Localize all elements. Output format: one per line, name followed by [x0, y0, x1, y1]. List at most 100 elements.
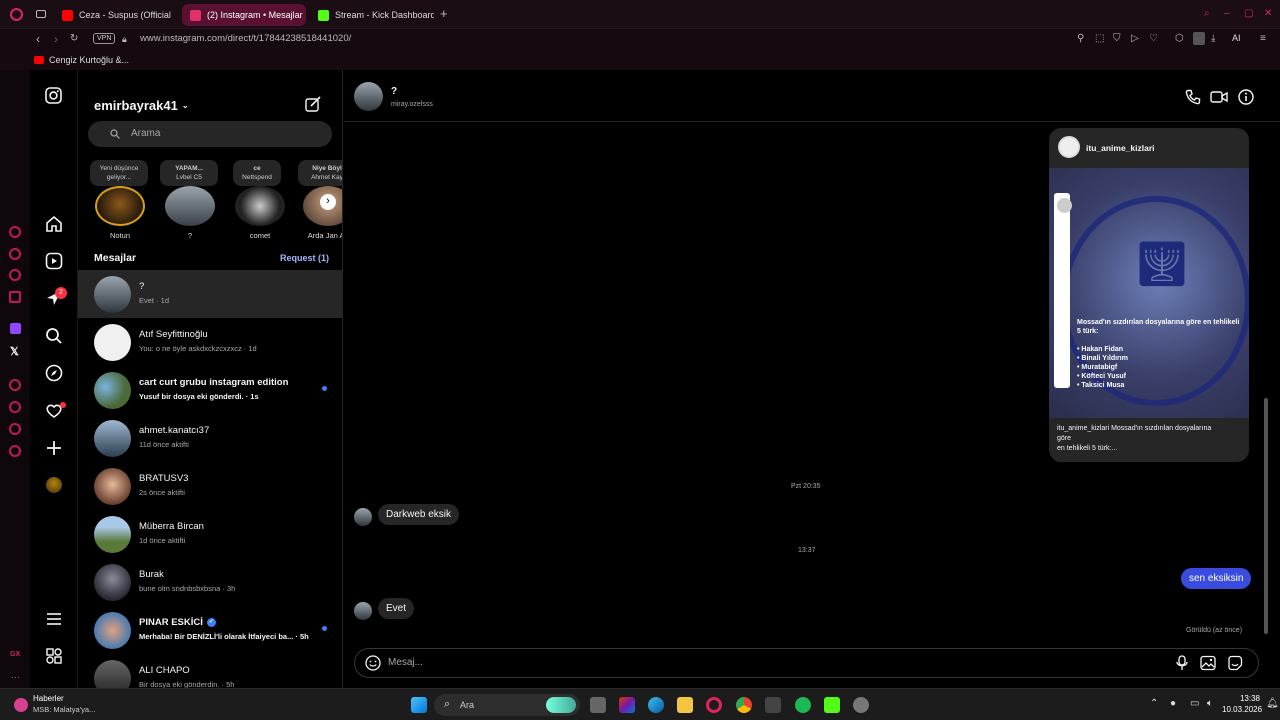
x-icon[interactable]: 𝕏: [10, 345, 19, 358]
conversation-item[interactable]: PINAR ESKİCİ ✓ Merhaba! Bir DENİZLİ'li o…: [78, 606, 342, 654]
video-call-icon[interactable]: [1210, 89, 1228, 105]
requests-link[interactable]: Request (1): [280, 253, 329, 263]
conversation-item[interactable]: Burak bune olm sndnbsbxbsna · 3h: [78, 558, 342, 606]
task-view-icon[interactable]: [590, 697, 606, 713]
username-switcher[interactable]: emirbayrak41 ⌄: [94, 98, 189, 113]
extensions-icon[interactable]: ⬡: [1175, 33, 1184, 45]
opera-gx-taskbar-icon[interactable]: [706, 697, 722, 713]
tray-clock[interactable]: 13:38 10.03.2026: [1222, 693, 1262, 715]
post-author[interactable]: itu_anime_kizlari: [1086, 143, 1155, 153]
profile-icon[interactable]: [1193, 32, 1205, 45]
profile-avatar[interactable]: [46, 477, 62, 493]
tab-youtube[interactable]: Ceza - Suspus (Official M: [54, 4, 174, 26]
voice-call-icon[interactable]: [1185, 89, 1201, 105]
windows-start-icon[interactable]: [411, 697, 427, 713]
conversation-item[interactable]: ALI CHAPO Bir dosya eki gönderdin. · 5h: [78, 654, 342, 688]
opera-logo-icon[interactable]: [10, 8, 23, 21]
close-window-icon[interactable]: ✕: [1264, 8, 1272, 20]
workspaces-icon[interactable]: [36, 10, 46, 18]
forward-icon[interactable]: ›: [54, 33, 58, 45]
player-icon[interactable]: ▷: [1131, 33, 1139, 45]
new-tab-icon[interactable]: +: [440, 7, 448, 20]
tray-display-icon[interactable]: ▭: [1190, 698, 1199, 709]
menu-icon[interactable]: ≡: [1260, 33, 1266, 45]
spotify-icon[interactable]: [795, 697, 811, 713]
minimize-icon[interactable]: –: [1224, 8, 1230, 20]
conversation-item[interactable]: ? Evet · 1d: [78, 270, 342, 318]
address-input[interactable]: www.instagram.com/direct/t/1784423851844…: [140, 33, 351, 44]
tray-volume-icon[interactable]: 🔈︎: [1207, 698, 1213, 709]
news-widget-title[interactable]: Haberler: [33, 694, 64, 703]
sidebar-hotspot-icon[interactable]: [9, 423, 21, 435]
bookmark-item[interactable]: Cengiz Kurtoğlu &...: [49, 55, 129, 65]
message-composer[interactable]: Mesaj...: [354, 648, 1259, 678]
kick-taskbar-icon[interactable]: [824, 697, 840, 713]
notification-bell-icon[interactable]: 🔔︎: [1266, 698, 1279, 709]
gallery-icon[interactable]: [1200, 655, 1216, 671]
conversation-item[interactable]: Müberra Bircan 1d önce aktifti: [78, 510, 342, 558]
news-widget-icon[interactable]: [14, 698, 28, 712]
gx-badge[interactable]: GX: [10, 651, 20, 658]
search-box[interactable]: Arama: [88, 121, 332, 147]
download-icon[interactable]: ⤓: [1211, 33, 1215, 45]
home-icon[interactable]: [45, 215, 63, 233]
sidebar-speed-icon[interactable]: [9, 226, 21, 238]
m365-icon[interactable]: [619, 697, 635, 713]
note-item[interactable]: ce Nettspend comet: [228, 158, 292, 240]
contact-name[interactable]: ?: [391, 86, 397, 97]
sticker-icon[interactable]: [1227, 655, 1243, 671]
more-menu-icon[interactable]: [45, 610, 63, 628]
reload-icon[interactable]: ↻: [70, 33, 78, 45]
note-item[interactable]: Yeni düşünce geliyor... Notun: [88, 158, 152, 240]
taskbar-search[interactable]: ⌕ Ara: [434, 694, 580, 716]
pin-icon[interactable]: ⚲: [1077, 33, 1084, 45]
info-icon[interactable]: [1238, 89, 1254, 105]
conversation-item[interactable]: BRATUSV3 2s önce aktifti: [78, 462, 342, 510]
ai-button[interactable]: AI: [1232, 33, 1241, 43]
back-icon[interactable]: ‹: [36, 33, 40, 45]
vpn-badge[interactable]: VPN: [93, 33, 116, 44]
conversation-item[interactable]: cart curt grubu instagram edition Yusuf …: [78, 366, 342, 414]
more-icon[interactable]: ···: [11, 672, 20, 682]
post-image[interactable]: 🕎︎ Mossad'ın sızdırılan dosyalarına göre…: [1049, 168, 1249, 418]
sidebar-history-icon[interactable]: [9, 401, 21, 413]
news-widget-subtitle[interactable]: MSB: Malatya'ya...: [33, 705, 95, 714]
conversation-item[interactable]: Atıf Seyfittinoğlu You: o ne öyle askdxc…: [78, 318, 342, 366]
sidebar-mail-icon[interactable]: [9, 291, 21, 303]
tray-chevron-icon[interactable]: ⌃: [1150, 698, 1158, 709]
meta-apps-icon[interactable]: [45, 647, 63, 665]
settings-taskbar-icon[interactable]: [853, 697, 869, 713]
sidebar-bag-icon[interactable]: [9, 248, 21, 260]
note-item[interactable]: Niye Böyl Ahmet Kay Arda Jan Ak: [296, 158, 342, 240]
maximize-icon[interactable]: ▢: [1244, 8, 1253, 20]
message-input[interactable]: Mesaj...: [388, 657, 423, 668]
notes-next-button[interactable]: ›: [320, 194, 336, 210]
file-explorer-icon[interactable]: [677, 697, 693, 713]
explore-icon[interactable]: [45, 364, 63, 382]
store-icon[interactable]: [765, 697, 781, 713]
reels-icon[interactable]: [45, 252, 63, 270]
shared-post-card[interactable]: itu_anime_kizlari 🕎︎ Mossad'ın sızdırıla…: [1049, 128, 1249, 462]
edge-icon[interactable]: [648, 697, 664, 713]
search-tabs-icon[interactable]: ⌕: [1204, 8, 1210, 20]
sidebar-chat-icon[interactable]: [9, 269, 21, 281]
microphone-icon[interactable]: [1175, 655, 1189, 671]
new-message-icon[interactable]: [305, 96, 321, 112]
tray-mic-icon[interactable]: ●: [1170, 698, 1176, 709]
tab-kick[interactable]: Stream - Kick Dashboard: [310, 4, 434, 26]
heart-icon[interactable]: ♡: [1149, 33, 1158, 45]
chrome-icon[interactable]: [736, 697, 752, 713]
search-icon[interactable]: [45, 327, 63, 345]
instagram-logo-icon[interactable]: [45, 87, 62, 104]
twitch-icon[interactable]: [10, 323, 21, 334]
note-item[interactable]: YAPAM... Lvbel C5 ?: [158, 158, 222, 240]
shield-icon[interactable]: ⛉: [1113, 33, 1121, 45]
conversation-item[interactable]: ahmet.kanatcı37 11d önce aktifti: [78, 414, 342, 462]
contact-avatar[interactable]: [354, 82, 383, 111]
create-plus-icon[interactable]: [45, 439, 63, 457]
chat-scrollbar[interactable]: [1264, 398, 1268, 634]
snapshot-icon[interactable]: ⬚: [1095, 33, 1104, 45]
tab-instagram[interactable]: (2) Instagram • Mesajlar: [182, 4, 306, 26]
emoji-icon[interactable]: [365, 655, 381, 671]
sidebar-settings-icon[interactable]: [9, 445, 21, 457]
